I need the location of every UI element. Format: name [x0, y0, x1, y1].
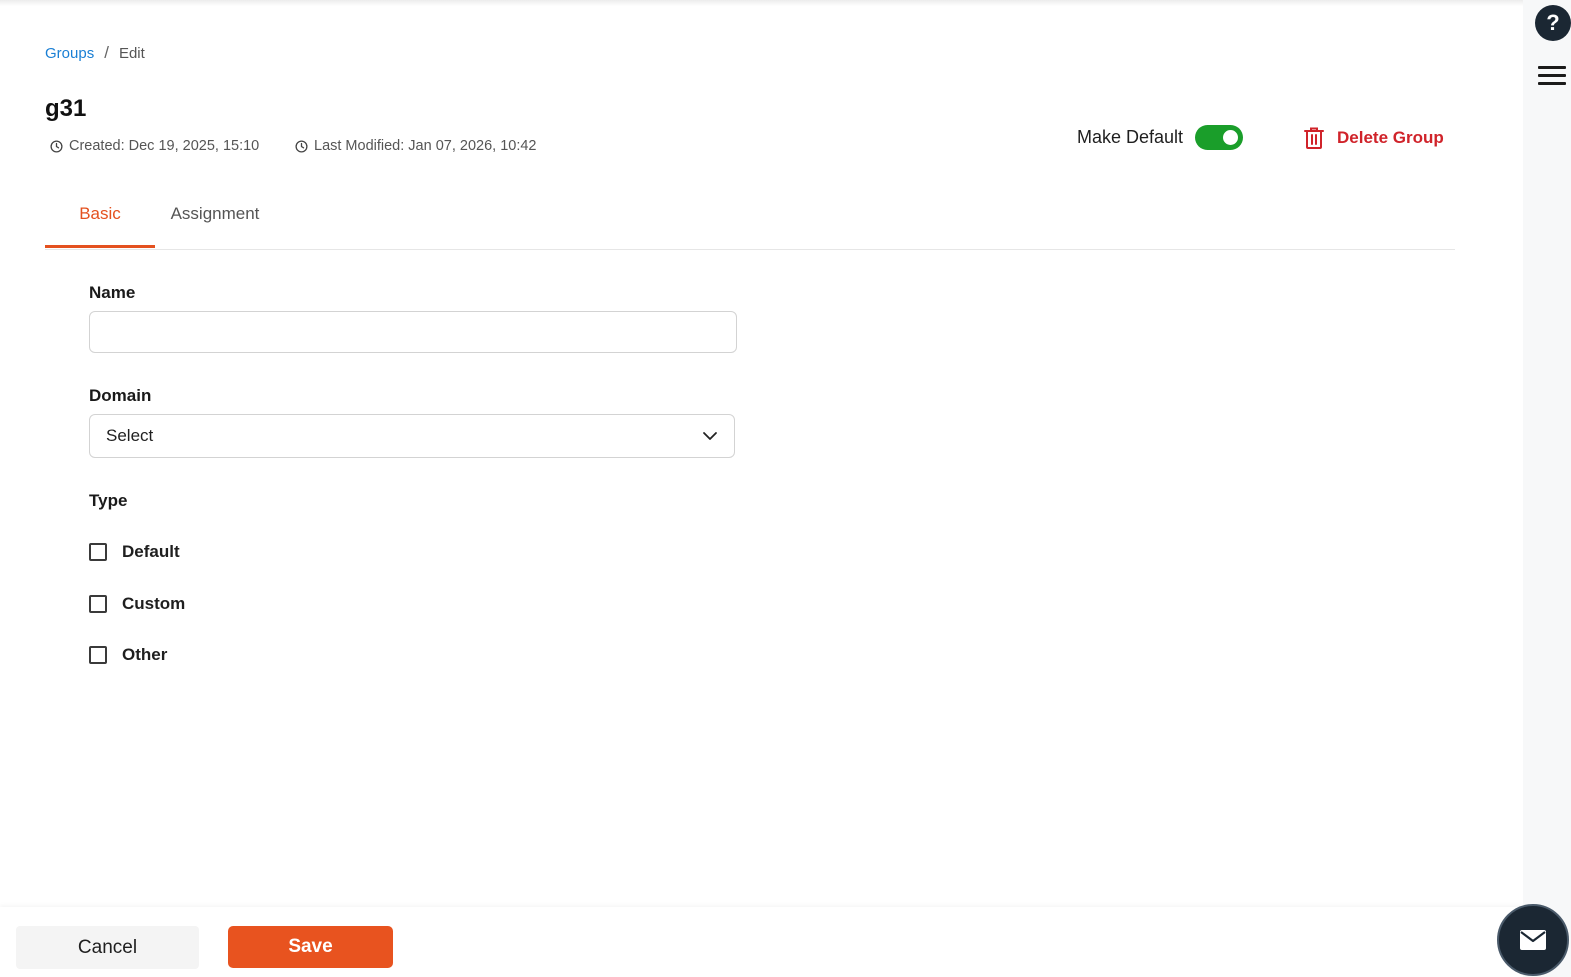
domain-select-value: Select	[106, 426, 154, 445]
checkbox-label: Default	[122, 542, 180, 561]
modified-timestamp: Last Modified: Jan 07, 2026, 10:42	[295, 138, 537, 154]
tab-bar: Basic Assignment	[45, 190, 1455, 250]
right-rail	[1523, 0, 1571, 977]
mail-icon	[1520, 930, 1546, 950]
domain-label: Domain	[89, 386, 152, 405]
type-label: Type	[89, 491, 128, 510]
checkbox[interactable]	[89, 646, 107, 664]
breadcrumb-current: Edit	[118, 44, 145, 62]
modified-text: Last Modified: Jan 07, 2026, 10:42	[314, 138, 537, 154]
make-default: Make Default	[1077, 125, 1244, 150]
checkbox[interactable]	[89, 595, 107, 613]
hamburger-menu-icon[interactable]	[1538, 66, 1566, 86]
type-option-other[interactable]: Other	[89, 645, 167, 665]
created-text: Created: Dec 19, 2025, 15:10	[69, 138, 260, 154]
help-icon[interactable]: ?	[1535, 5, 1571, 41]
delete-group-button[interactable]: Delete Group	[1303, 126, 1444, 150]
trash-icon	[1304, 127, 1324, 149]
chevron-down-icon	[703, 432, 717, 440]
type-option-custom[interactable]: Custom	[89, 594, 185, 614]
breadcrumb-separator: /	[104, 43, 109, 62]
tab-basic[interactable]: Basic	[45, 190, 155, 248]
cancel-button[interactable]: Cancel	[16, 926, 199, 969]
toggle-knob	[1223, 130, 1239, 145]
delete-group-label: Delete Group	[1337, 128, 1444, 147]
checkbox-label: Other	[122, 645, 168, 664]
clock-icon	[295, 139, 308, 153]
make-default-toggle[interactable]	[1195, 125, 1244, 150]
make-default-label: Make Default	[1077, 127, 1184, 147]
type-option-default[interactable]: Default	[89, 542, 180, 562]
page-title: g31	[45, 95, 87, 122]
name-input[interactable]	[89, 311, 737, 353]
top-shadow	[0, 0, 1523, 6]
mail-button[interactable]	[1497, 904, 1569, 976]
domain-select[interactable]: Select	[89, 414, 735, 458]
clock-icon	[50, 139, 63, 153]
checkbox[interactable]	[89, 543, 107, 561]
name-label: Name	[89, 283, 136, 302]
tab-assignment[interactable]: Assignment	[155, 190, 275, 248]
breadcrumb-groups-link[interactable]: Groups	[45, 45, 94, 62]
created-timestamp: Created: Dec 19, 2025, 15:10	[50, 138, 259, 154]
save-button[interactable]: Save	[228, 926, 393, 968]
breadcrumb: Groups / Edit	[45, 43, 145, 63]
checkbox-label: Custom	[122, 594, 186, 613]
